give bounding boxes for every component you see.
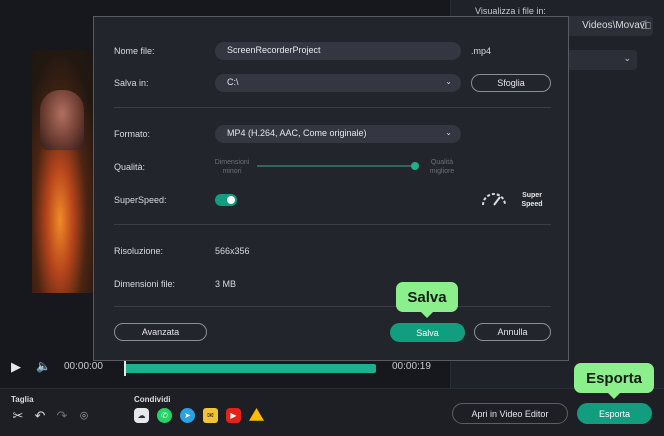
output-folder-path[interactable]: Videos\Movavi: [565, 16, 653, 36]
whatsapp-icon[interactable]: ✆: [157, 408, 172, 423]
save-button[interactable]: Salva: [390, 323, 465, 342]
playhead[interactable]: [124, 361, 126, 376]
cancel-button[interactable]: Annulla: [474, 323, 551, 341]
youtube-icon[interactable]: ▶: [226, 408, 241, 423]
preview-figure: [40, 90, 84, 150]
settings-dropdown[interactable]: ⌄: [567, 50, 637, 70]
timeline-track[interactable]: [124, 361, 376, 376]
open-in-editor-button[interactable]: Apri in Video Editor: [452, 403, 568, 424]
save-in-value: C:\: [227, 77, 239, 87]
resolution-label: Risoluzione:: [114, 246, 164, 256]
google-drive-icon[interactable]: [249, 408, 264, 421]
divider: [114, 224, 551, 225]
resolution-value: 566x356: [215, 246, 250, 256]
edit-tools: ✂ ↶ ↷ ⌾: [11, 408, 91, 424]
share-targets: ☁ ✆ ➤ ✉ ▶: [134, 408, 264, 423]
chevron-down-icon: ⌄: [623, 53, 631, 63]
share-label: Condividi: [134, 395, 171, 404]
bottom-bar: Taglia ✂ ↶ ↷ ⌾ Condividi ☁ ✆ ➤ ✉ ▶ Apri …: [0, 388, 664, 436]
save-in-label: Salva in:: [114, 78, 149, 88]
play-icon[interactable]: ▶: [11, 359, 21, 375]
telegram-icon[interactable]: ➤: [180, 408, 195, 423]
chevron-down-icon: ⌄: [445, 128, 452, 137]
mail-icon[interactable]: ✉: [203, 408, 218, 423]
format-select[interactable]: MP4 (H.264, AAC, Come originale) ⌄: [215, 125, 461, 143]
format-label: Formato:: [114, 129, 151, 139]
superspeed-label: SuperSpeed:: [114, 195, 167, 205]
cloud-upload-icon[interactable]: ☁: [134, 408, 149, 423]
time-total: 00:00:19: [392, 361, 431, 372]
quality-min-label: Dimensioni minori: [214, 159, 250, 175]
volume-icon[interactable]: 🔈: [36, 359, 51, 373]
scissors-icon[interactable]: ✂: [11, 408, 25, 424]
cut-label: Taglia: [11, 395, 34, 404]
browse-button[interactable]: Sfoglia: [471, 74, 551, 92]
superspeed-toggle[interactable]: [215, 194, 237, 206]
quality-slider-thumb[interactable]: [411, 162, 419, 170]
format-value: MP4 (H.264, AAC, Come originale): [227, 128, 367, 138]
chevron-down-icon: ⌄: [445, 77, 452, 86]
filesize-label: Dimensioni file:: [114, 279, 176, 289]
quality-slider[interactable]: [257, 165, 415, 167]
export-button[interactable]: Esporta: [577, 403, 652, 424]
file-name-input[interactable]: ScreenRecorderProject: [215, 42, 461, 60]
save-callout: Salva: [396, 282, 458, 318]
time-current: 00:00:00: [64, 361, 103, 372]
speedometer-icon: [482, 193, 506, 206]
superspeed-badge: Super Speed: [521, 192, 543, 208]
save-in-select[interactable]: C:\ ⌄: [215, 74, 461, 92]
toggle-knob: [227, 196, 235, 204]
file-name-label: Nome file:: [114, 46, 155, 56]
quality-max-label: Qualità migliore: [429, 159, 455, 175]
advanced-button[interactable]: Avanzata: [114, 323, 207, 341]
filesize-value: 3 MB: [215, 279, 237, 289]
divider: [114, 107, 551, 108]
save-dialog: Nome file: ScreenRecorderProject .mp4 Sa…: [93, 16, 569, 361]
export-callout: Esporta: [574, 363, 654, 399]
redo-icon[interactable]: ↷: [55, 408, 69, 424]
folder-icon[interactable]: 🗀: [641, 19, 651, 36]
undo-icon[interactable]: ↶: [33, 408, 47, 424]
output-folder-label: Visualizza i file in:: [475, 6, 546, 16]
snapshot-icon[interactable]: ⌾: [77, 408, 91, 424]
video-preview: [32, 50, 102, 293]
quality-label: Qualità:: [114, 162, 146, 172]
file-extension: .mp4: [471, 46, 492, 56]
divider: [114, 306, 551, 307]
